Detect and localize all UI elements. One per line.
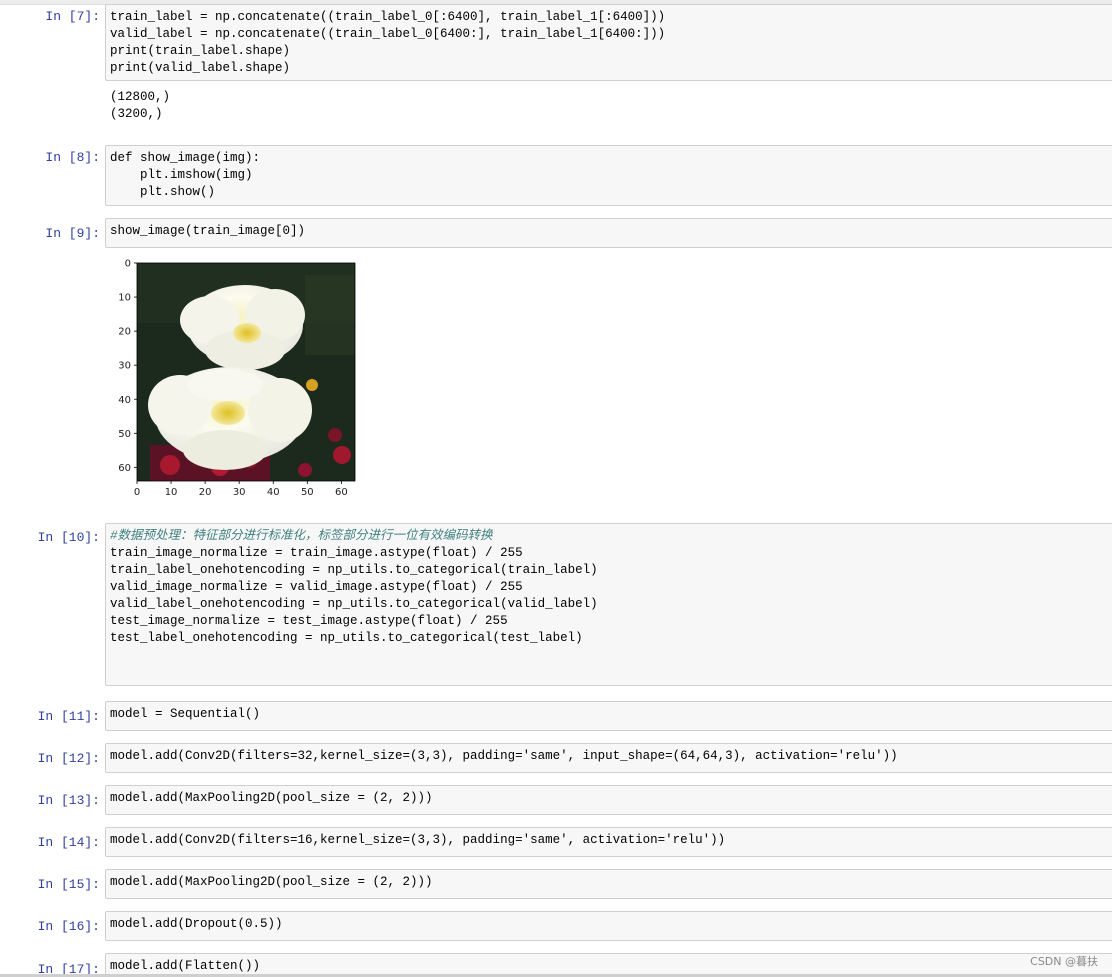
code-text: plt.show() — [110, 185, 216, 199]
notebook: In [7]: train_label = np.concatenate((tr… — [0, 0, 1112, 977]
code-line: train_label_onehotencoding = np_utils.to… — [110, 563, 598, 577]
code-line: model.add(Conv2D(filters=16,kernel_size=… — [110, 833, 726, 847]
y-tick-label: 40 — [118, 395, 131, 406]
cell-prompt: In [15]: — [37, 877, 100, 892]
code-line: model.add(MaxPooling2D(pool_size = (2, 2… — [110, 875, 433, 889]
cell-prompt: In [12]: — [37, 751, 100, 766]
y-tick-label: 10 — [118, 293, 131, 304]
code-line: model = Sequential() — [110, 707, 261, 721]
code-line: model.add(MaxPooling2D(pool_size = (2, 2… — [110, 791, 433, 805]
code-text: print(train_label.shape) — [110, 44, 291, 58]
code-cell-input[interactable]: model.add(MaxPooling2D(pool_size = (2, 2… — [105, 869, 1112, 899]
code-text: print(valid_label.shape) — [110, 61, 291, 75]
code-cell-input[interactable]: show_image(train_image[0]) — [105, 218, 1112, 248]
code-cell-input[interactable]: model.add(Conv2D(filters=32,kernel_size=… — [105, 743, 1112, 773]
code-line: train_label = np.concatenate((train_labe… — [110, 9, 1112, 26]
cell-prompt: In [16]: — [37, 919, 100, 934]
code-line: valid_image_normalize = valid_image.asty… — [110, 580, 523, 594]
code-line: model.add(Dropout(0.5)) — [110, 917, 283, 931]
code-line: valid_label = np.concatenate((train_labe… — [110, 26, 1112, 43]
y-axis: 0 10 20 30 40 50 60 — [118, 259, 137, 474]
code-line: model.add(Flatten()) — [110, 959, 261, 973]
cell-prompt: In [14]: — [37, 835, 100, 850]
cell-prompt: In [11]: — [37, 709, 100, 724]
x-tick-label: 40 — [267, 487, 280, 498]
y-tick-label: 60 — [118, 463, 131, 474]
code-text: valid_label = np.concatenate((train_labe… — [110, 27, 666, 41]
code-cell-input[interactable]: #数据预处理：特征部分进行标准化，标签部分进行一位有效编码转换 train_im… — [105, 523, 1112, 686]
code-cell-input[interactable]: model.add(MaxPooling2D(pool_size = (2, 2… — [105, 785, 1112, 815]
cell-prompt: In [9]: — [45, 226, 100, 241]
flower-image — [137, 263, 355, 481]
code-cell-input[interactable]: model.add(Dropout(0.5)) — [105, 911, 1112, 941]
watermark: CSDN @暮扶 — [1030, 955, 1098, 968]
code-text: def show_image(img): — [110, 151, 261, 165]
code-text: train_label = np.concatenate((train_labe… — [110, 10, 666, 24]
code-line: test_label_onehotencoding = np_utils.to_… — [110, 631, 583, 645]
y-tick-label: 0 — [125, 259, 131, 270]
code-line: show_image(train_image[0]) — [110, 223, 1112, 240]
code-line: plt.imshow(img) — [110, 167, 1112, 184]
x-tick-label: 20 — [199, 487, 212, 498]
image-plot: 0 10 20 30 40 50 60 0 10 20 30 40 50 60 — [118, 259, 356, 498]
x-tick-label: 30 — [233, 487, 246, 498]
y-tick-label: 50 — [118, 429, 131, 440]
cell-output-line: (12800,) — [110, 90, 171, 104]
code-line: print(train_label.shape) — [110, 43, 1112, 60]
code-line: plt.show() — [110, 184, 1112, 201]
cell-prompt: In [10]: — [37, 530, 100, 545]
cell-prompt: In [8]: — [45, 150, 100, 165]
code-cell-input[interactable]: model = Sequential() — [105, 701, 1112, 731]
code-line: test_image_normalize = test_image.astype… — [110, 614, 508, 628]
x-tick-label: 60 — [335, 487, 348, 498]
x-tick-label: 10 — [165, 487, 178, 498]
code-comment: #数据预处理：特征部分进行标准化，标签部分进行一位有效编码转换 — [110, 529, 493, 543]
y-tick-label: 30 — [118, 361, 131, 372]
code-cell-input[interactable]: train_label = np.concatenate((train_labe… — [105, 4, 1112, 81]
code-text: show_image(train_image[0]) — [110, 224, 306, 238]
x-axis: 0 10 20 30 40 50 60 — [134, 481, 348, 498]
code-line: train_image_normalize = train_image.asty… — [110, 546, 523, 560]
cell-prompt: In [13]: — [37, 793, 100, 808]
y-tick-label: 20 — [118, 327, 131, 338]
code-line: model.add(Conv2D(filters=32,kernel_size=… — [110, 749, 898, 763]
code-cell-input[interactable]: def show_image(img): plt.imshow(img) plt… — [105, 145, 1112, 206]
code-line: valid_label_onehotencoding = np_utils.to… — [110, 597, 598, 611]
code-line: print(valid_label.shape) — [110, 60, 1112, 77]
code-line: def show_image(img): — [110, 150, 1112, 167]
code-cell-input[interactable]: model.add(Conv2D(filters=16,kernel_size=… — [105, 827, 1112, 857]
cell-prompt: In [7]: — [45, 9, 100, 24]
x-tick-label: 50 — [301, 487, 314, 498]
code-text: plt.imshow(img) — [110, 168, 253, 182]
x-tick-label: 0 — [134, 487, 140, 498]
cell-output-line: (3200,) — [110, 107, 163, 121]
